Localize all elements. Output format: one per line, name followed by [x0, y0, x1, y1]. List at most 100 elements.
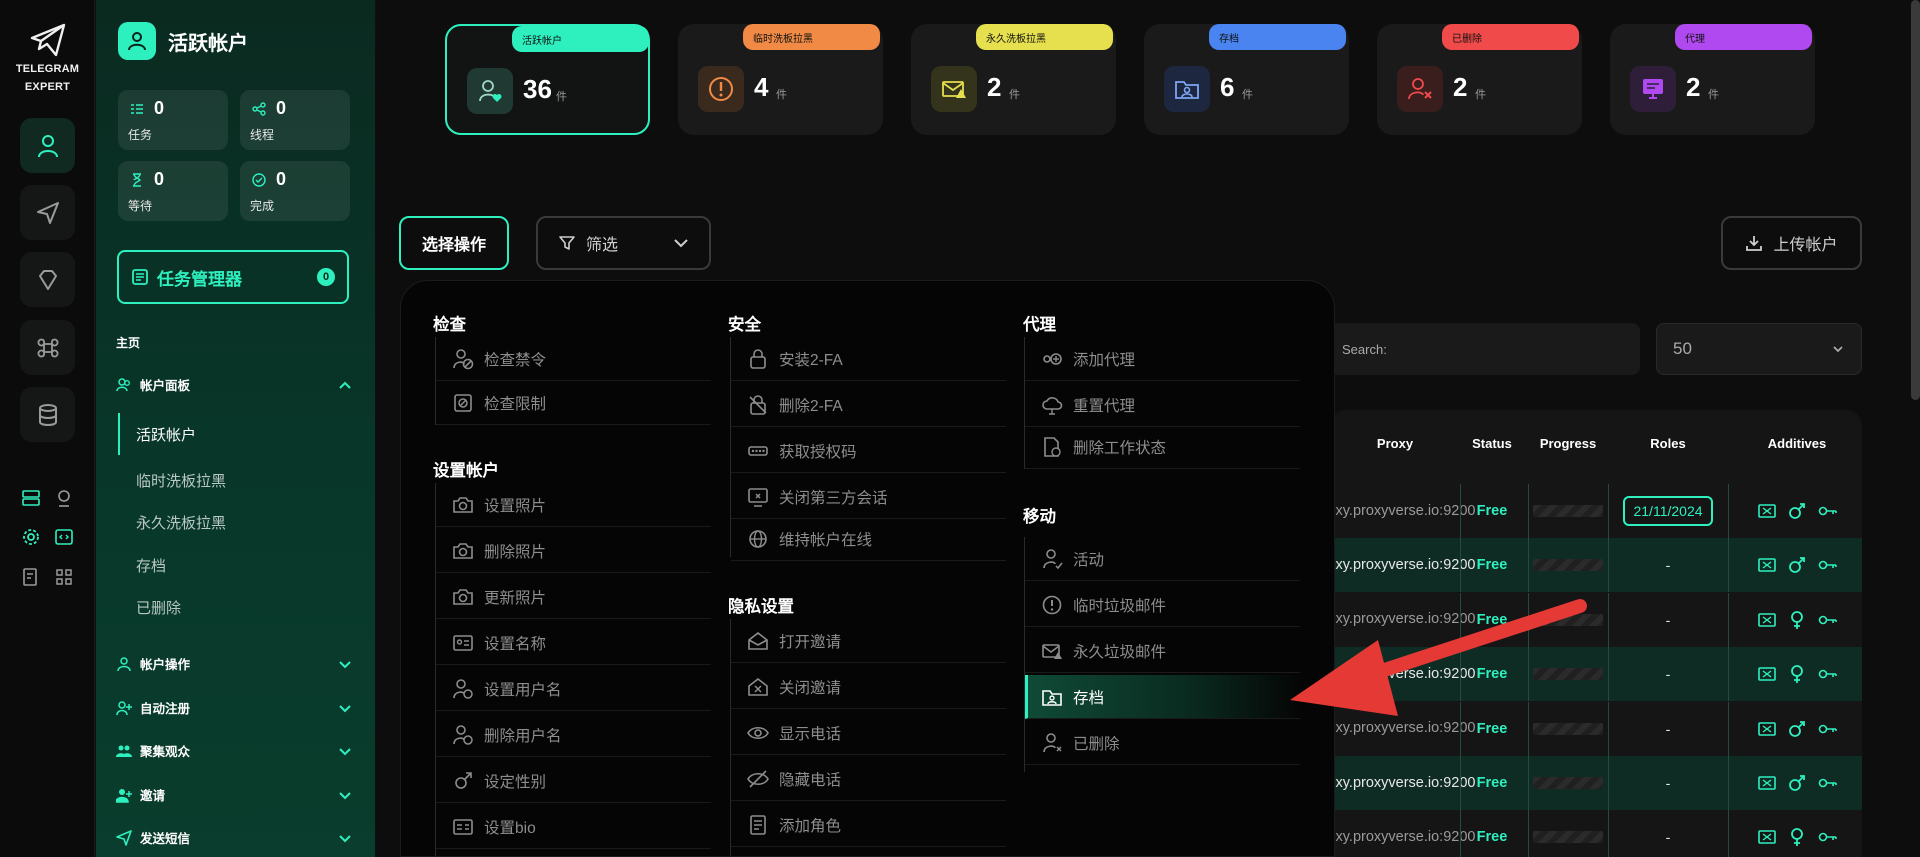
female-icon[interactable]: [1787, 827, 1807, 847]
spam-mail-icon[interactable]: [1757, 501, 1777, 521]
menu-item-move-active[interactable]: 活动: [1025, 537, 1300, 581]
menu-item-add-proxy[interactable]: 添加代理: [1025, 337, 1300, 381]
key-icon[interactable]: [1817, 501, 1837, 521]
menu-item-set-gender[interactable]: 设定性别: [436, 759, 711, 803]
menu-item-update-photo[interactable]: 更新照片: [436, 575, 711, 619]
menu-heading-security: 安全: [728, 316, 761, 334]
menu-item-close-sessions[interactable]: 关闭第三方会话: [731, 475, 1006, 519]
spam-mail-icon[interactable]: [1757, 827, 1777, 847]
rail-apps-button[interactable]: [52, 565, 76, 589]
menu-item-delete-work-status[interactable]: 删除工作状态: [1025, 425, 1300, 469]
male-icon[interactable]: [1787, 501, 1807, 521]
menu-item-hide-phone[interactable]: 隐藏电话: [731, 757, 1006, 801]
progress-bar: [1533, 722, 1603, 735]
card-deleted[interactable]: 已删除 2 件: [1377, 24, 1582, 135]
menu-item-set-photo[interactable]: 设置照片: [436, 483, 711, 527]
nav-invite[interactable]: 邀请: [116, 785, 352, 804]
menu-item-move-deleted[interactable]: 已删除: [1025, 721, 1300, 765]
menu-item-check-ban[interactable]: 检查禁令: [436, 337, 711, 381]
male-icon[interactable]: [1787, 555, 1807, 575]
column-header-additives[interactable]: Additives: [1732, 436, 1862, 451]
menu-item-delete-username[interactable]: 删除用户名: [436, 713, 711, 757]
table-row[interactable]: proxy.proxyverse.io:9200Free -: [1330, 647, 1862, 702]
key-icon[interactable]: [1817, 773, 1837, 793]
column-header-status[interactable]: Status: [1460, 436, 1524, 451]
page-scrollbar[interactable]: [1911, 0, 1920, 400]
column-header-roles[interactable]: Roles: [1612, 436, 1724, 451]
card-perm-spam[interactable]: 永久洗板拉黑 2 件: [911, 24, 1116, 135]
rail-server-button[interactable]: [19, 486, 43, 510]
nav-send-sms[interactable]: 发送短信: [116, 828, 352, 847]
menu-item-move-temp-spam[interactable]: 临时垃圾邮件: [1025, 583, 1300, 627]
chevron-down-icon: [1833, 346, 1843, 353]
menu-item-move-archive[interactable]: 存档: [1025, 675, 1300, 719]
spam-mail-icon[interactable]: [1757, 610, 1777, 630]
menu-item-set-bio[interactable]: 设置bio: [436, 805, 711, 849]
upload-accounts-button[interactable]: 上传帐户: [1721, 216, 1862, 270]
filter-dropdown[interactable]: 筛选: [536, 216, 711, 270]
rail-report-button[interactable]: [19, 565, 43, 589]
rail-settings-button[interactable]: [19, 525, 43, 549]
select-operation-button[interactable]: 选择操作: [399, 216, 509, 270]
rail-code-button[interactable]: [52, 525, 76, 549]
spam-mail-icon[interactable]: [1757, 773, 1777, 793]
table-row[interactable]: proxy.proxyverse.io:9200Free -: [1330, 538, 1862, 593]
sidebar-item-temp-spam[interactable]: 临时洗板拉黑: [136, 470, 226, 491]
sidebar-item-perm-spam[interactable]: 永久洗板拉黑: [136, 512, 226, 533]
nav-account-panel[interactable]: 帐户面板: [116, 375, 352, 394]
nav-gather-audience[interactable]: 聚集观众: [116, 741, 352, 760]
rail-webcam-button[interactable]: [52, 486, 76, 510]
menu-item-keep-online[interactable]: 维持帐户在线: [731, 517, 1006, 561]
spam-mail-icon[interactable]: [1757, 664, 1777, 684]
menu-item-remove-2fa[interactable]: 删除2-FA: [731, 383, 1006, 427]
rail-command-button[interactable]: [20, 320, 75, 375]
female-icon[interactable]: [1787, 664, 1807, 684]
menu-item-show-phone[interactable]: 显示电话: [731, 711, 1006, 755]
key-icon[interactable]: [1817, 664, 1837, 684]
menu-item-reset-proxy[interactable]: 重置代理: [1025, 383, 1300, 427]
key-icon[interactable]: [1817, 719, 1837, 739]
spam-mail-icon[interactable]: [1757, 555, 1777, 575]
menu-item-install-2fa[interactable]: 安装2-FA: [731, 337, 1006, 381]
table-row[interactable]: proxy.proxyverse.io:9200Free -: [1330, 810, 1862, 857]
card-active-accounts[interactable]: 活跃帐户 36 件: [445, 24, 650, 135]
column-header-proxy[interactable]: Proxy: [1330, 436, 1460, 451]
per-page-select[interactable]: 50: [1656, 323, 1862, 375]
key-icon[interactable]: [1817, 827, 1837, 847]
menu-item-move-perm-spam[interactable]: 永久垃圾邮件: [1025, 629, 1300, 673]
key-icon[interactable]: [1817, 610, 1837, 630]
menu-item-get-auth-code[interactable]: 获取授权码: [731, 429, 1006, 473]
spam-mail-icon[interactable]: [1757, 719, 1777, 739]
column-header-progress[interactable]: Progress: [1532, 436, 1604, 451]
key-icon[interactable]: [1817, 555, 1837, 575]
menu-item-close-invites[interactable]: 关闭邀请: [731, 665, 1006, 709]
menu-item-add-role[interactable]: 添加角色: [731, 803, 1006, 847]
rail-diamond-button[interactable]: [20, 252, 75, 307]
card-proxy[interactable]: 代理 2 件: [1610, 24, 1815, 135]
rail-send-button[interactable]: [20, 185, 75, 240]
table-row[interactable]: proxy.proxyverse.io:9200Free -: [1330, 592, 1862, 647]
menu-item-set-name[interactable]: 设置名称: [436, 621, 711, 665]
card-temp-spam[interactable]: 临时洗板拉黑 4 件: [678, 24, 883, 135]
table-row[interactable]: proxy.proxyverse.io:9200Free -: [1330, 701, 1862, 756]
rail-accounts-button[interactable]: [20, 118, 75, 173]
menu-item-delete-photo[interactable]: 删除照片: [436, 529, 711, 573]
roles-value[interactable]: 21/11/2024: [1623, 496, 1713, 526]
nav-auto-register[interactable]: 自动注册: [116, 698, 352, 717]
rail-database-button[interactable]: [20, 387, 75, 442]
menu-item-check-limit[interactable]: 检查限制: [436, 381, 711, 425]
sidebar-item-archive[interactable]: 存档: [136, 555, 166, 576]
sidebar-item-active-accounts[interactable]: 活跃帐户: [136, 424, 196, 445]
table-row[interactable]: proxy.proxyverse.io:9200Free -: [1330, 756, 1862, 810]
nav-account-actions[interactable]: 帐户操作: [116, 654, 352, 673]
male-icon[interactable]: [1787, 719, 1807, 739]
card-archive[interactable]: 存档 6 件: [1144, 24, 1349, 135]
search-input[interactable]: Search:: [1330, 323, 1640, 375]
sidebar-item-deleted[interactable]: 已删除: [136, 597, 181, 618]
male-icon[interactable]: [1787, 773, 1807, 793]
menu-item-set-username[interactable]: 设置用户名: [436, 667, 711, 711]
table-row[interactable]: proxy.proxyverse.io:9200Free 21/11/2024: [1330, 484, 1862, 538]
task-manager-button[interactable]: 任务管理器 0: [117, 250, 349, 304]
female-icon[interactable]: [1787, 610, 1807, 630]
menu-item-open-invites[interactable]: 打开邀请: [731, 619, 1006, 663]
